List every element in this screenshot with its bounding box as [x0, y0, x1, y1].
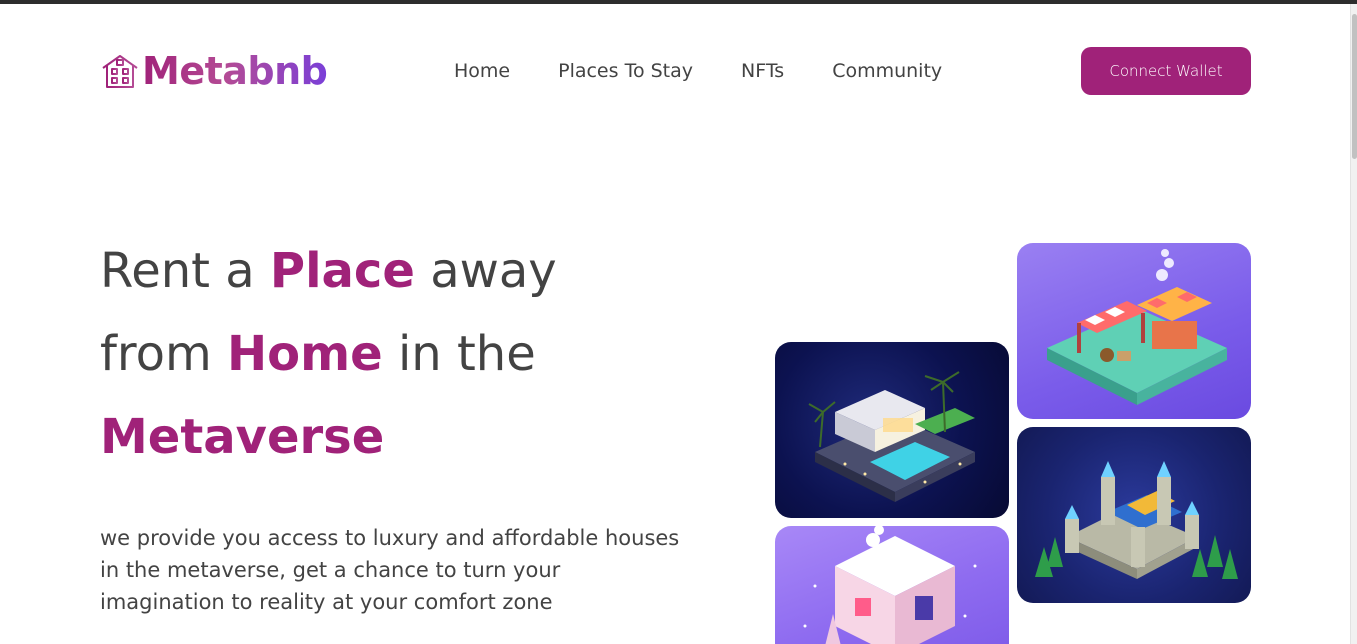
page-scrollbar[interactable] — [1350, 4, 1357, 644]
headline-text: from — [100, 326, 227, 382]
headline-text: away — [414, 243, 557, 299]
nav-item-home[interactable]: Home — [454, 58, 510, 84]
window-top-border — [0, 0, 1357, 4]
hero-description: we provide you access to luxury and affo… — [100, 526, 680, 614]
brand-name: Metabnb — [142, 49, 328, 93]
headline-text: in the — [382, 326, 536, 382]
headline-text: Rent a — [100, 243, 270, 299]
nav-item-nfts[interactable]: NFTs — [741, 58, 784, 84]
headline-accent-place: Place — [269, 243, 415, 299]
headline-accent-home: Home — [226, 326, 383, 382]
headline-accent-metaverse: Metaverse — [100, 409, 385, 465]
market-stall-image — [1017, 243, 1251, 419]
headline-line-1: Rent a Place away — [100, 243, 557, 299]
nav-item-community[interactable]: Community — [832, 58, 942, 84]
brand-logo[interactable]: Metabnb — [100, 49, 328, 93]
snow-cottage-image — [775, 526, 1009, 644]
castle-image — [1017, 427, 1251, 603]
connect-wallet-button[interactable]: Connect Wallet — [1081, 47, 1251, 95]
hero-headline: Rent a Place away from Home in the Metav… — [100, 230, 700, 479]
nav-item-places-to-stay[interactable]: Places To Stay — [558, 58, 693, 84]
modern-villa-image — [775, 342, 1009, 518]
scrollbar-thumb[interactable] — [1352, 14, 1357, 159]
house-icon — [102, 55, 138, 88]
main-nav: Home Places To Stay NFTs Community — [454, 58, 942, 84]
headline-line-2: from Home in the — [100, 326, 536, 382]
